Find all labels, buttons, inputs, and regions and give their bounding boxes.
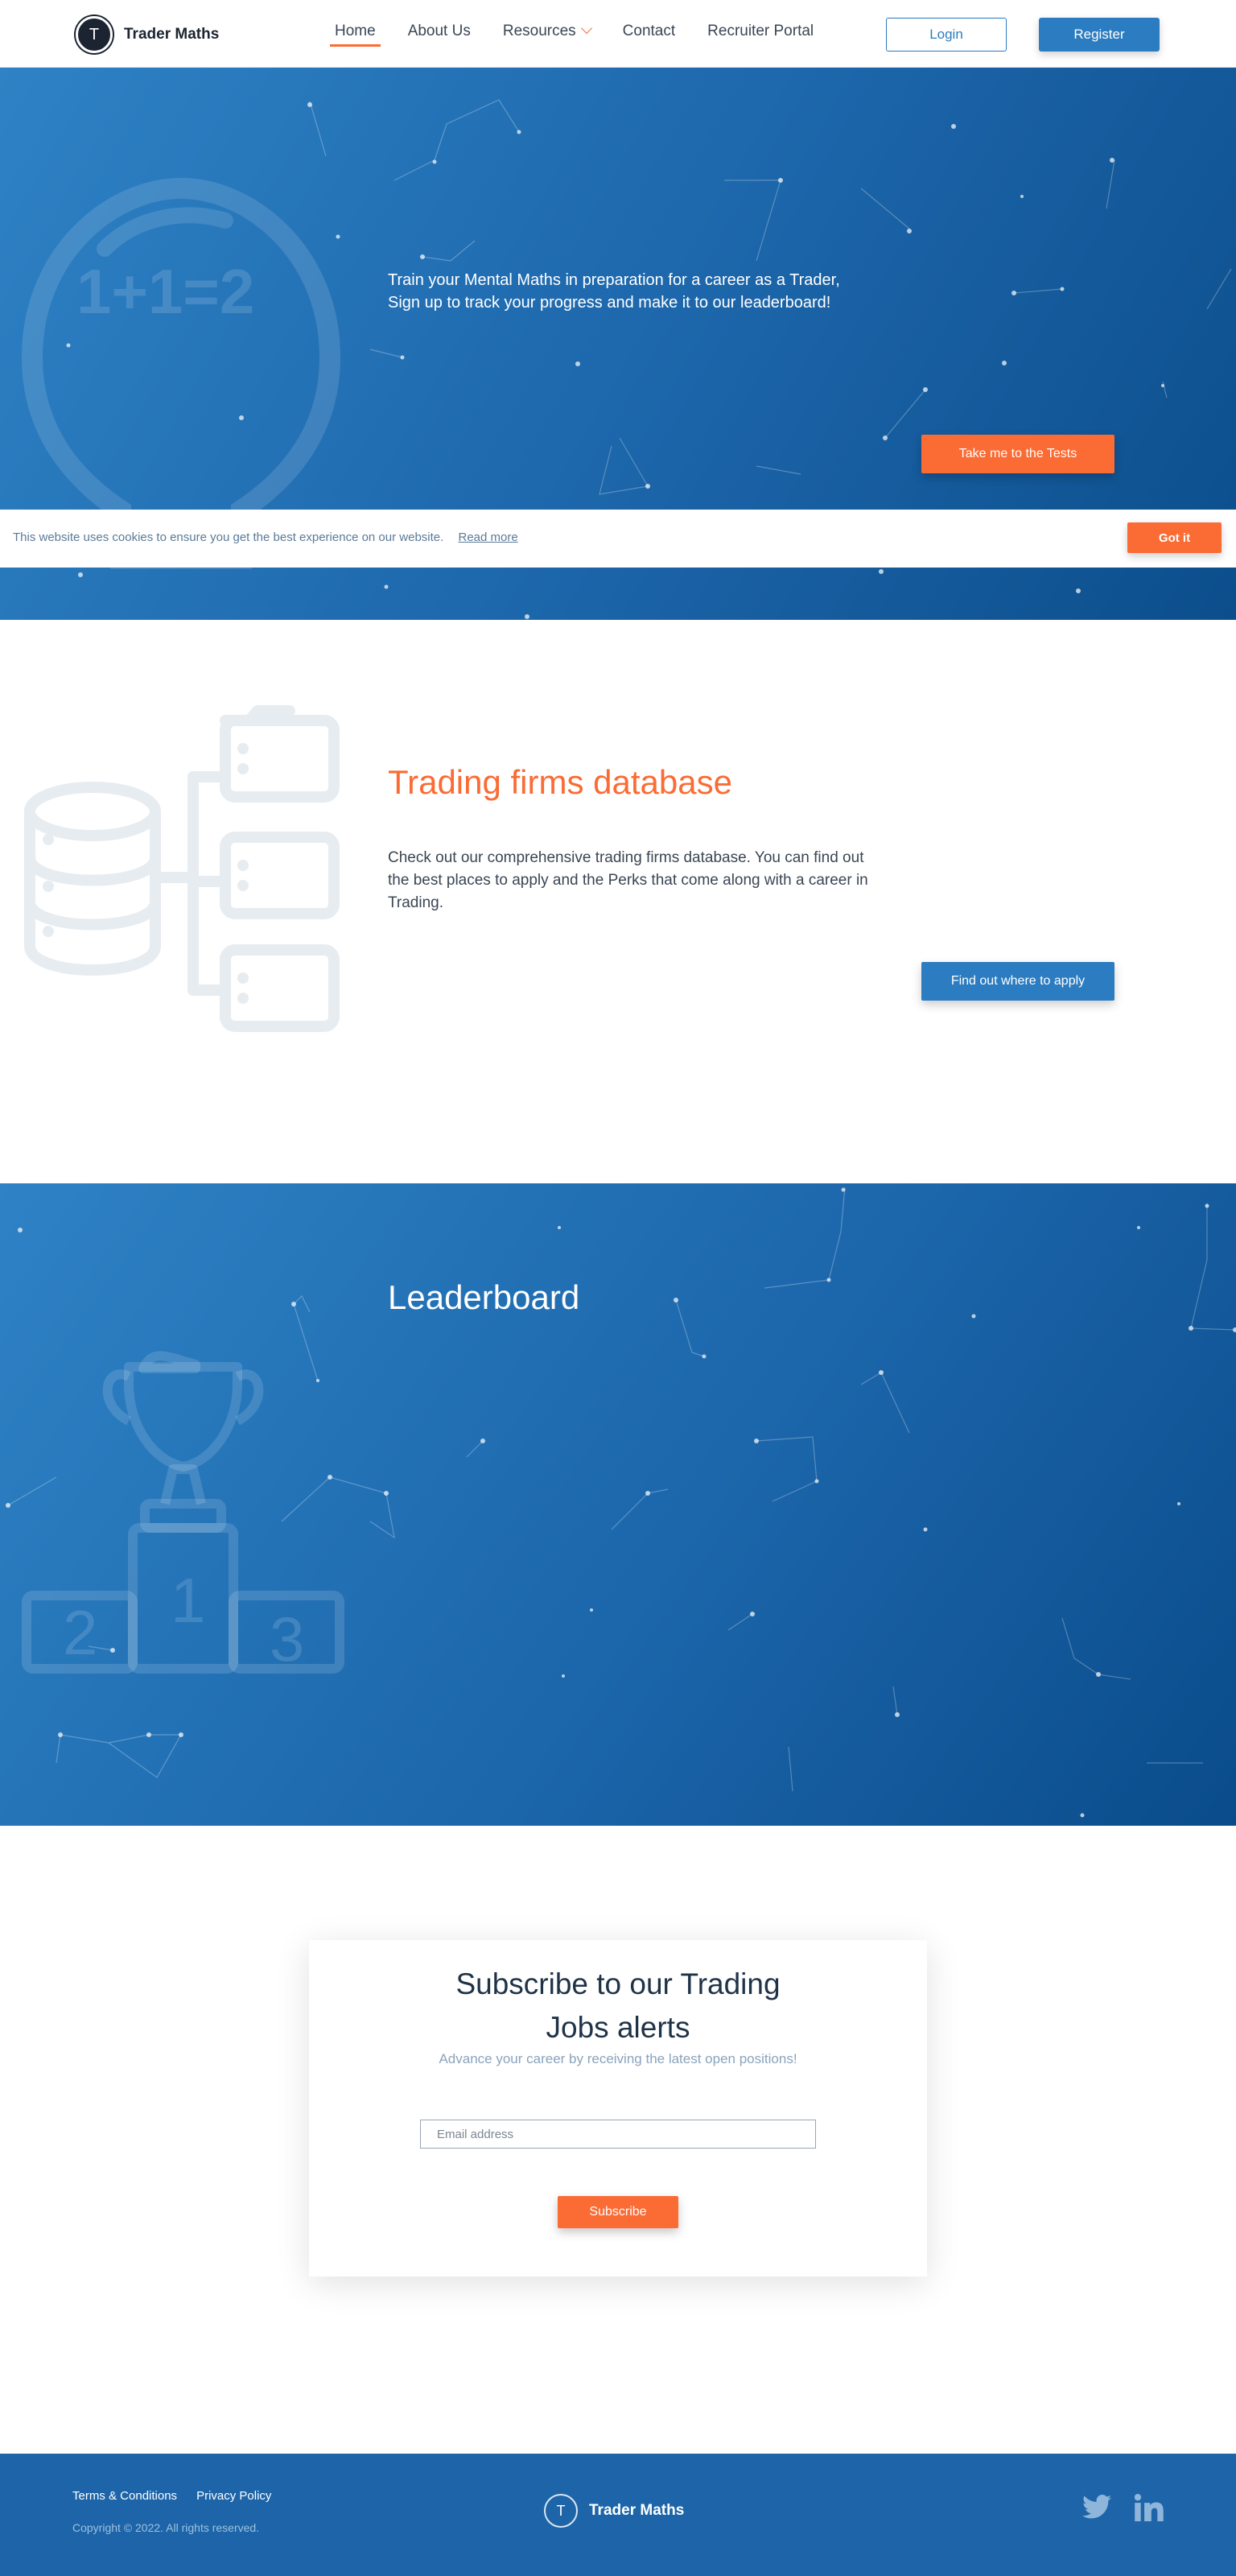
twitter-icon[interactable] [1082,2494,1111,2520]
hero-line-2: Sign up to track your progress and make … [388,294,831,312]
nav-about-us[interactable]: About Us [408,23,471,45]
nav-resources[interactable]: Resources [502,22,592,45]
cookie-message: This website uses cookies to ensure you … [13,530,518,544]
chevron-down-icon [580,22,592,35]
take-tests-button[interactable]: Take me to the Tests [921,435,1114,473]
logo-icon: T [76,16,113,53]
section-body: Check out our comprehensive trading firm… [388,849,868,911]
read-more-link[interactable]: Read more [458,530,517,544]
footer-links: Terms & Conditions Privacy Policy [72,2489,290,2503]
cookie-banner: This website uses cookies to ensure you … [0,510,1236,568]
register-button[interactable]: Register [1039,18,1160,52]
footer-brand-name: Trader Maths [589,2502,685,2519]
subscribe-subtitle: Advance your career by receiving the lat… [439,2051,797,2066]
hero-message: Train your Mental Maths in preparation f… [388,269,887,314]
database-icon [24,705,340,1032]
lightbulb-icon [21,177,341,569]
podium-second: 2 [63,1597,97,1668]
nav-home[interactable]: Home [330,23,381,47]
cookie-message-text: This website uses cookies to ensure you … [13,530,444,544]
top-navigation: T Trader Maths Home About Us Resources C… [0,0,1236,68]
linkedin-icon[interactable] [1135,2494,1164,2521]
nav-recruiter-portal[interactable]: Recruiter Portal [707,23,814,45]
nav-resources-label: Resources [502,23,576,39]
podium-third: 3 [270,1604,304,1674]
hero-line-1: Train your Mental Maths in preparation f… [388,271,840,289]
email-field[interactable] [420,2120,816,2149]
brand-logo[interactable]: T Trader Maths [76,16,219,53]
subscribe-card: Subscribe to our Trading Jobs alerts Adv… [309,1940,927,2277]
copyright: Copyright © 2022. All rights reserved. [72,2521,260,2534]
footer: Terms & Conditions Privacy Policy Copyri… [0,2454,1236,2576]
accept-cookies-button[interactable]: Got it [1127,522,1222,553]
bulb-equation: 1+1=2 [76,256,254,327]
privacy-link[interactable]: Privacy Policy [196,2489,271,2503]
brand-name: Trader Maths [124,26,220,43]
subscribe-button[interactable]: Subscribe [558,2196,678,2228]
logo-icon: T [544,2494,578,2528]
subscribe-title: Subscribe to our Trading Jobs alerts [455,1967,781,2044]
login-button[interactable]: Login [886,18,1007,52]
nav-contact[interactable]: Contact [623,23,675,45]
section-title: Leaderboard [388,1278,580,1316]
main-menu: Home About Us Resources Contact Recruite… [330,22,846,47]
trading-firms-section: Trading firms database Check out our com… [0,620,1236,1183]
find-where-to-apply-button[interactable]: Find out where to apply [921,962,1114,1001]
leaderboard-section: 2 1 3 Leaderboard [0,1183,1236,1826]
podium-first: 1 [171,1565,205,1636]
terms-link[interactable]: Terms & Conditions [72,2489,177,2503]
section-title: Trading firms database [388,763,732,801]
footer-brand[interactable]: T Trader Maths [544,2494,684,2528]
network-background: 2 1 3 [6,1187,1236,1818]
